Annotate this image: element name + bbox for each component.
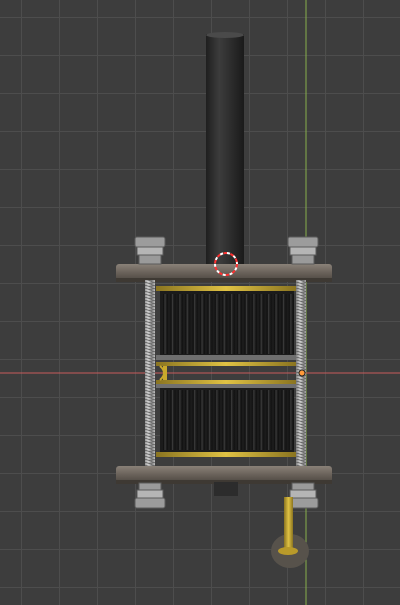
- capacitor-plate-highlight: [238, 294, 240, 354]
- capacitor-plate-highlight: [245, 390, 247, 450]
- capacitor-plate-highlight: [164, 390, 166, 450]
- capacitor-plate-highlight: [216, 390, 218, 450]
- capacitor-plate-highlight: [245, 294, 247, 354]
- capacitor-plate-highlight: [186, 390, 188, 450]
- viewport-scene[interactable]: [0, 0, 400, 605]
- capacitor-plate-highlight: [223, 294, 225, 354]
- capacitor-plate-highlight: [282, 294, 284, 354]
- capacitor-shaft[interactable]: [206, 32, 244, 266]
- top-end-plate[interactable]: [116, 264, 332, 282]
- capacitor-plate-highlight: [194, 390, 196, 450]
- capacitor-plate-highlight: [268, 294, 270, 354]
- capacitor-plate-highlight: [201, 294, 203, 354]
- capacitor-plate-highlight: [253, 294, 255, 354]
- upper-capacitor-section[interactable]: [156, 286, 296, 360]
- capacitor-plate-highlight: [282, 390, 284, 450]
- top-right-nut[interactable]: [287, 236, 319, 265]
- bottom-end-plate[interactable]: [116, 466, 332, 484]
- capacitor-plate-highlight: [268, 390, 270, 450]
- capacitor-plate-highlight: [171, 390, 173, 450]
- capacitor-plate-highlight: [290, 294, 292, 354]
- capacitor-plate-highlight: [179, 390, 181, 450]
- capacitor-plate-highlight: [186, 294, 188, 354]
- capacitor-plate-highlight: [275, 294, 277, 354]
- capacitor-plate-highlight: [208, 390, 210, 450]
- capacitor-plate-highlight: [179, 294, 181, 354]
- capacitor-plate-highlight: [194, 294, 196, 354]
- capacitor-plate-highlight: [216, 294, 218, 354]
- capacitor-plate-highlight: [164, 294, 166, 354]
- capacitor-plate-highlight: [260, 390, 262, 450]
- lower-capacitor-section[interactable]: [156, 384, 296, 457]
- capacitor-plate-highlight: [238, 390, 240, 450]
- capacitor-plate-highlight: [208, 294, 210, 354]
- capacitor-plate-highlight: [260, 294, 262, 354]
- 3d-viewport[interactable]: [0, 0, 400, 605]
- left-threaded-rod[interactable]: [145, 280, 155, 470]
- top-left-nut[interactable]: [134, 236, 166, 265]
- origin-dot-icon: [298, 369, 306, 377]
- capacitor-plate-highlight: [201, 390, 203, 450]
- capacitor-plate-highlight: [223, 390, 225, 450]
- capacitor-plate-highlight: [290, 390, 292, 450]
- capacitor-plate-highlight: [275, 390, 277, 450]
- capacitor-plate-highlight: [231, 390, 233, 450]
- capacitor-plate-highlight: [253, 390, 255, 450]
- capacitor-plate-highlight: [231, 294, 233, 354]
- bottom-shaft-stub[interactable]: [214, 482, 238, 496]
- capacitor-plate-highlight: [171, 294, 173, 354]
- bottom-left-nut[interactable]: [134, 482, 166, 509]
